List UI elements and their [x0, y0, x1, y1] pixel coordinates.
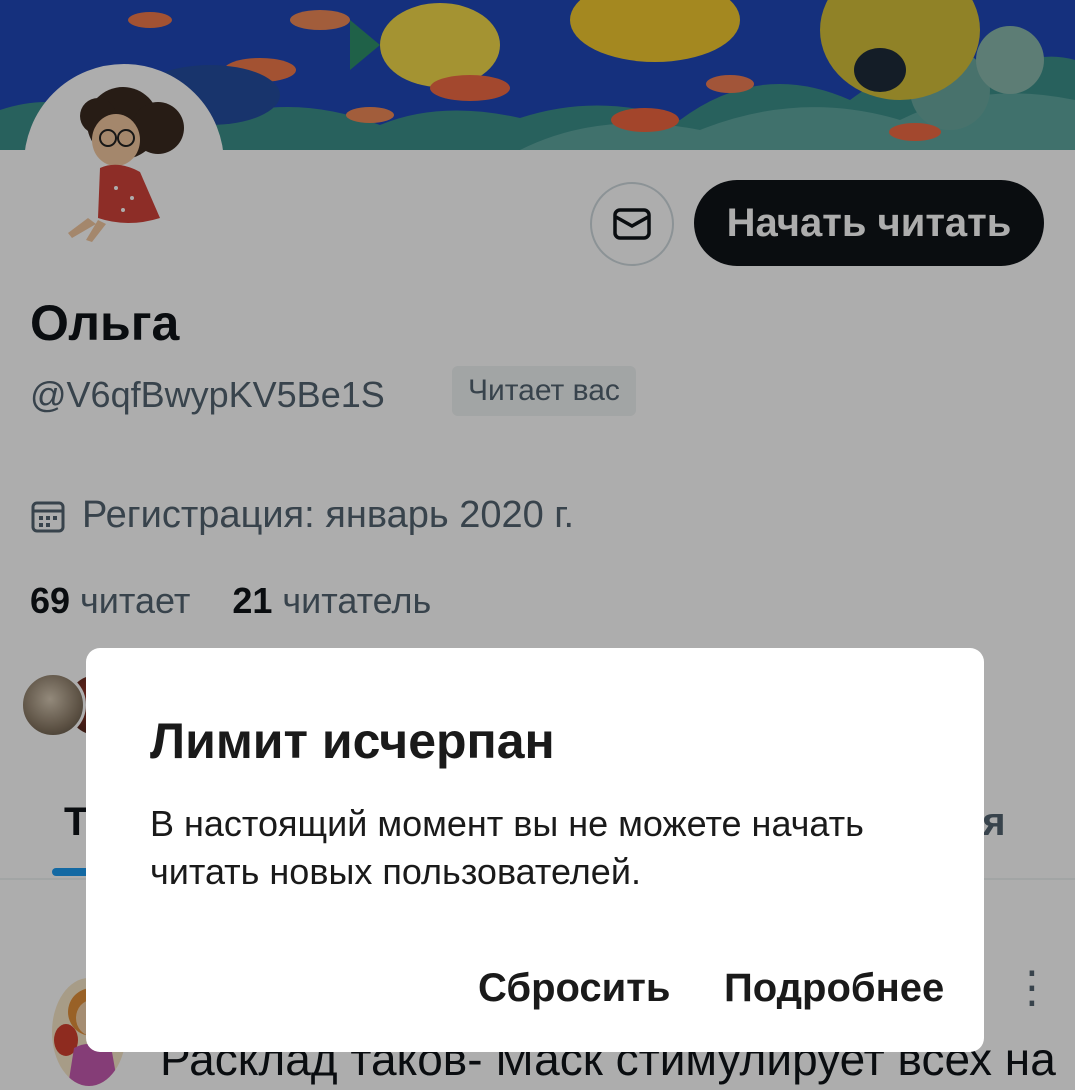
- dialog-title: Лимит исчерпан: [150, 713, 555, 769]
- limit-reached-dialog: Лимит исчерпан В настоящий момент вы не …: [86, 648, 984, 1052]
- reset-button[interactable]: Сбросить: [478, 966, 670, 1011]
- dialog-message: В настоящий момент вы не можете начать ч…: [150, 803, 864, 892]
- learn-more-button[interactable]: Подробнее: [724, 966, 944, 1011]
